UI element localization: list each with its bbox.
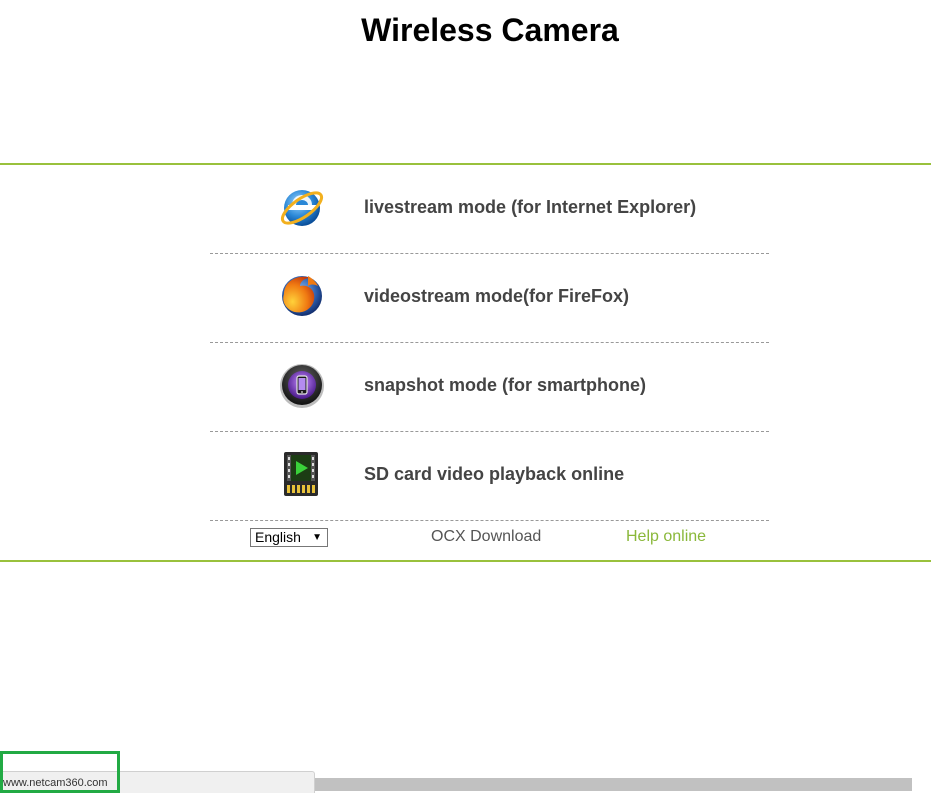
menu-item-label: snapshot mode (for smartphone) [364,375,647,395]
bottom-divider [0,560,931,562]
ocx-download-link[interactable]: OCX Download [431,528,541,546]
menu-item-snapshot[interactable]: snapshot mode (for smartphone) [210,343,769,432]
help-online-link[interactable]: Help online [626,528,706,546]
firefox-icon [278,272,326,320]
dropdown-arrow-icon: ▼ [312,532,322,543]
menu-item-sd-playback[interactable]: SD card video playback online [210,432,769,521]
highlight-box [0,751,120,793]
language-select[interactable]: English ▼ [250,528,328,547]
internet-explorer-icon [278,183,326,231]
smartphone-icon [278,361,326,409]
menu-item-livestream[interactable]: livestream mode (for Internet Explorer) [210,165,769,254]
footer-row: English ▼ OCX Download Help online [210,524,769,554]
menu-item-videostream[interactable]: videostream mode(for FireFox) [210,254,769,343]
sd-card-video-icon [278,450,326,498]
mode-menu: livestream mode (for Internet Explorer) [210,165,769,521]
page-title: Wireless Camera [361,12,619,48]
menu-item-label: SD card video playback online [364,464,625,484]
language-select-value: English [255,529,301,545]
menu-item-label: livestream mode (for Internet Explorer) [364,197,697,217]
horizontal-scrollbar[interactable] [315,778,912,791]
menu-item-label: videostream mode(for FireFox) [364,286,630,306]
